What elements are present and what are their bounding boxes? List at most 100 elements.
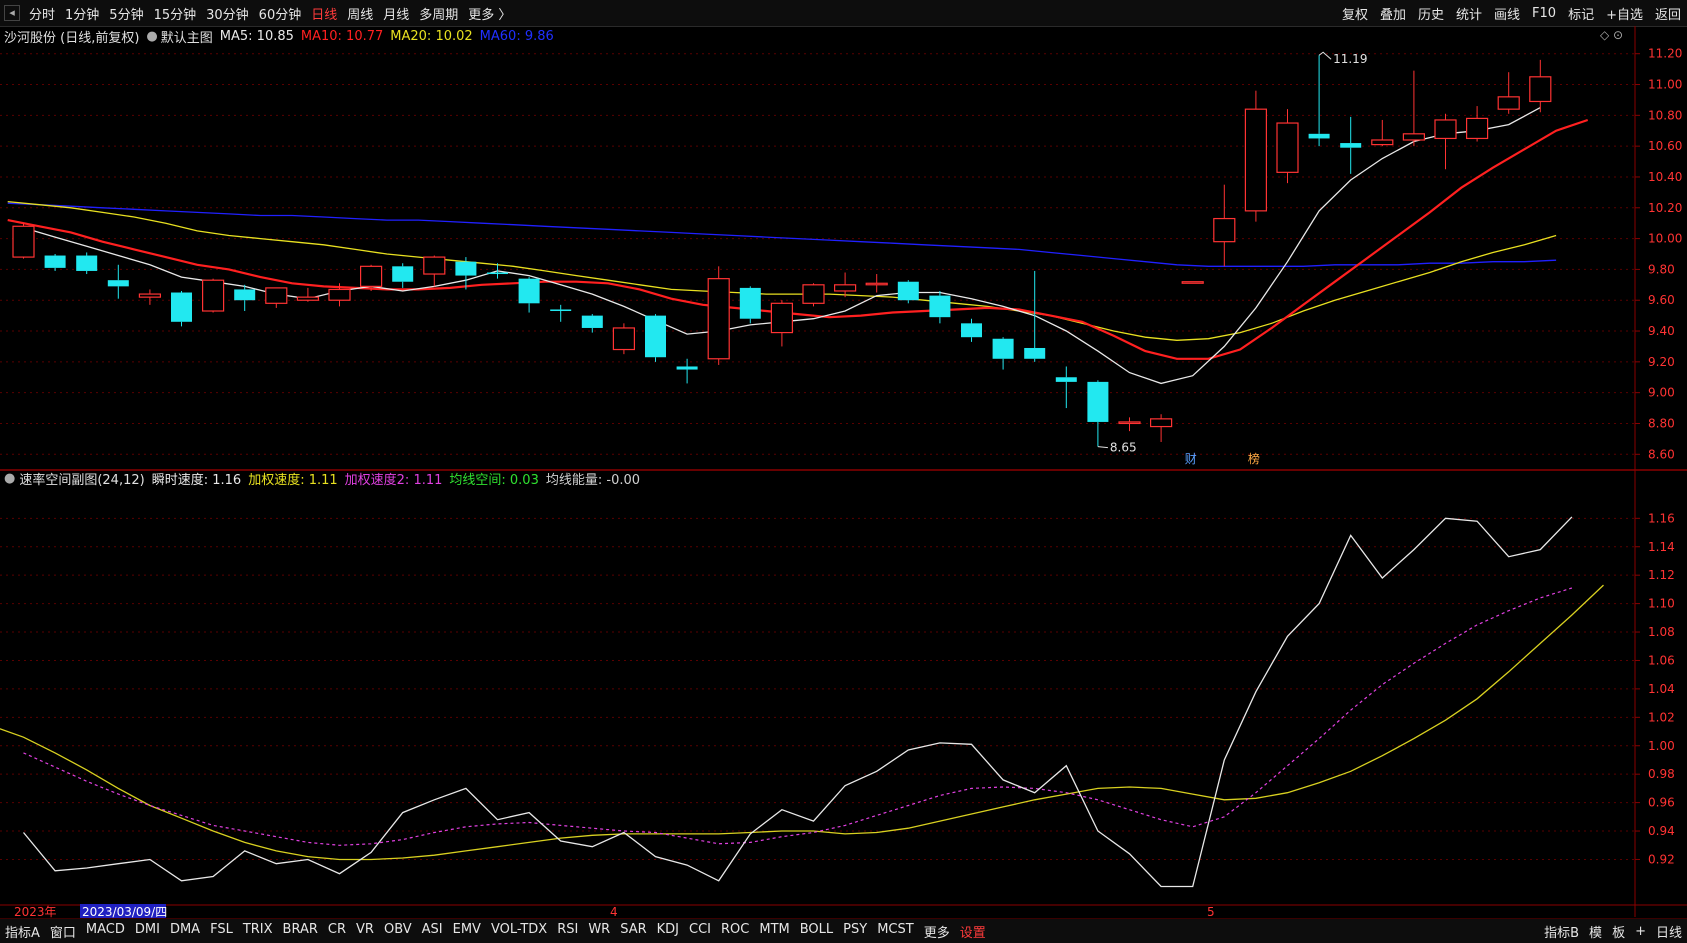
- candle: [1087, 380, 1109, 447]
- price-tick-label: 10.00: [1648, 232, 1682, 246]
- indicator-tab-cci-18[interactable]: CCI: [684, 922, 716, 941]
- indicator-right-button-3[interactable]: +: [1630, 924, 1651, 939]
- indicator-tab-asi-11[interactable]: ASI: [417, 922, 448, 941]
- price-tick-label: 11.00: [1648, 78, 1682, 92]
- candle-body-down: [234, 289, 256, 301]
- indicator-tab-item-24[interactable]: 更多: [919, 922, 955, 941]
- candle: [518, 277, 540, 313]
- candle-body-down: [44, 255, 66, 268]
- indicator-tab-fsl-5[interactable]: FSL: [205, 922, 238, 941]
- indicator-right-button-2[interactable]: 板: [1607, 922, 1630, 941]
- candle-body-down: [550, 309, 572, 312]
- sub-axis: 1.16 1.14 1.12 1.10 1.08 1.06 1.04 1.02 1.00 0.98…: [1635, 511, 1675, 866]
- candle-body-up: [1402, 133, 1426, 141]
- indicator-tab-vr-9[interactable]: VR: [351, 922, 379, 941]
- finance-marker[interactable]: 财: [1185, 452, 1197, 466]
- indicator-tab-psy-22[interactable]: PSY: [838, 922, 872, 941]
- indicator-tab-cr-8[interactable]: CR: [323, 922, 351, 941]
- candle: [1308, 55, 1330, 147]
- indicator-tab-dmi-3[interactable]: DMI: [130, 922, 165, 941]
- candle: [929, 290, 951, 324]
- indicator-tab-roc-19[interactable]: ROC: [716, 922, 754, 941]
- candle-body-down: [1024, 347, 1046, 359]
- candle: [1276, 109, 1299, 184]
- sub-tick-label: 1.16: [1648, 511, 1675, 525]
- month-may: 5: [1207, 905, 1215, 919]
- sub-tick-label: 1.14: [1648, 540, 1675, 554]
- sub-tick-label: 1.00: [1648, 739, 1675, 753]
- indicator-tab-sar-16[interactable]: SAR: [615, 922, 651, 941]
- candle-body-down: [739, 287, 761, 319]
- indicator-tab-rsi-14[interactable]: RSI: [552, 922, 583, 941]
- indicator-tab-boll-21[interactable]: BOLL: [795, 922, 838, 941]
- candle: [739, 286, 761, 324]
- candle: [423, 255, 446, 287]
- candle: [392, 263, 414, 288]
- indicator-tab-mtm-20[interactable]: MTM: [754, 922, 794, 941]
- price-axis: 11.20 11.00 10.80 10.60 10.40 10.20 10.00 9.80 9…: [1635, 47, 1682, 461]
- chart-canvas[interactable]: 11.20 11.00 10.80 10.60 10.40 10.20 10.00 9.80 9…: [0, 0, 1687, 943]
- candle: [1055, 366, 1077, 409]
- indicator-tab-vol-tdx-13[interactable]: VOL-TDX: [486, 922, 552, 941]
- indicator-right-button-4[interactable]: 日线: [1651, 922, 1687, 941]
- candle: [802, 283, 825, 307]
- indicator-tab-item-1[interactable]: 窗口: [45, 922, 81, 941]
- candle-body-up: [802, 284, 825, 304]
- candle-body-up: [1529, 76, 1552, 103]
- sub-tick-label: 1.04: [1648, 682, 1675, 696]
- candle-body-up: [1244, 108, 1268, 212]
- price-tick-label: 9.00: [1648, 386, 1675, 400]
- candle: [171, 290, 192, 327]
- high-pointer: [1318, 51, 1332, 60]
- indicator-tab-kdj-17[interactable]: KDJ: [652, 922, 684, 941]
- candle-body-up: [296, 296, 319, 301]
- indicator-tab-wr-15[interactable]: WR: [583, 922, 615, 941]
- weighted-speed2-line: [23, 587, 1573, 846]
- candle-body-down: [1308, 133, 1330, 139]
- candle-body-up: [707, 278, 730, 360]
- sub-tick-label: 0.96: [1648, 796, 1675, 810]
- indicator-right-button-0[interactable]: 指标B: [1539, 922, 1584, 941]
- weighted-speed-line: [0, 584, 1604, 861]
- ranking-marker[interactable]: 榜: [1248, 451, 1260, 466]
- indicator-tab-item-25[interactable]: 设置: [955, 922, 991, 941]
- candle: [1465, 106, 1489, 142]
- sub-tick-label: 0.94: [1648, 824, 1675, 838]
- indicator-tab-dma-4[interactable]: DMA: [165, 922, 205, 941]
- candle-body-up: [833, 284, 857, 292]
- candle: [1371, 119, 1394, 147]
- indicator-tab-mcst-23[interactable]: MCST: [872, 922, 919, 941]
- price-tick-label: 9.40: [1648, 324, 1675, 338]
- candle-body-down: [76, 255, 98, 271]
- indicator-tab-obv-10[interactable]: OBV: [379, 922, 417, 941]
- candle: [1529, 59, 1552, 113]
- candle-body-down: [929, 295, 951, 318]
- cursor-date: 2023/03/09/四: [82, 905, 167, 919]
- indicator-tab-trix-6[interactable]: TRIX: [238, 922, 278, 941]
- indicator-tab-brar-7[interactable]: BRAR: [278, 922, 323, 941]
- candle: [1402, 70, 1426, 147]
- candle-body-up: [202, 279, 225, 312]
- chart-frame: [0, 26, 1687, 917]
- candle-body-up: [12, 225, 35, 258]
- candle-body-up: [865, 282, 888, 286]
- price-tick-label: 9.20: [1648, 355, 1675, 369]
- candle-body-down: [392, 266, 414, 282]
- indicator-tab-a-0[interactable]: 指标A: [0, 922, 45, 941]
- price-tick-label: 9.60: [1648, 293, 1675, 307]
- candle-body-up: [360, 265, 383, 287]
- price-tick-label: 10.20: [1648, 201, 1682, 215]
- candle: [138, 289, 161, 305]
- ma60-line: [7, 202, 1557, 267]
- candle: [1434, 113, 1457, 170]
- candle: [770, 300, 794, 347]
- price-tick-label: 8.80: [1648, 416, 1675, 430]
- candle: [12, 223, 35, 259]
- candle: [1497, 72, 1520, 114]
- indicator-tab-emv-12[interactable]: EMV: [448, 922, 486, 941]
- candle: [202, 278, 225, 313]
- indicator-tab-macd-2[interactable]: MACD: [81, 922, 130, 941]
- candle-body-up: [1434, 119, 1457, 140]
- candle-body-up: [1118, 421, 1141, 425]
- indicator-right-button-1[interactable]: 模: [1584, 922, 1607, 941]
